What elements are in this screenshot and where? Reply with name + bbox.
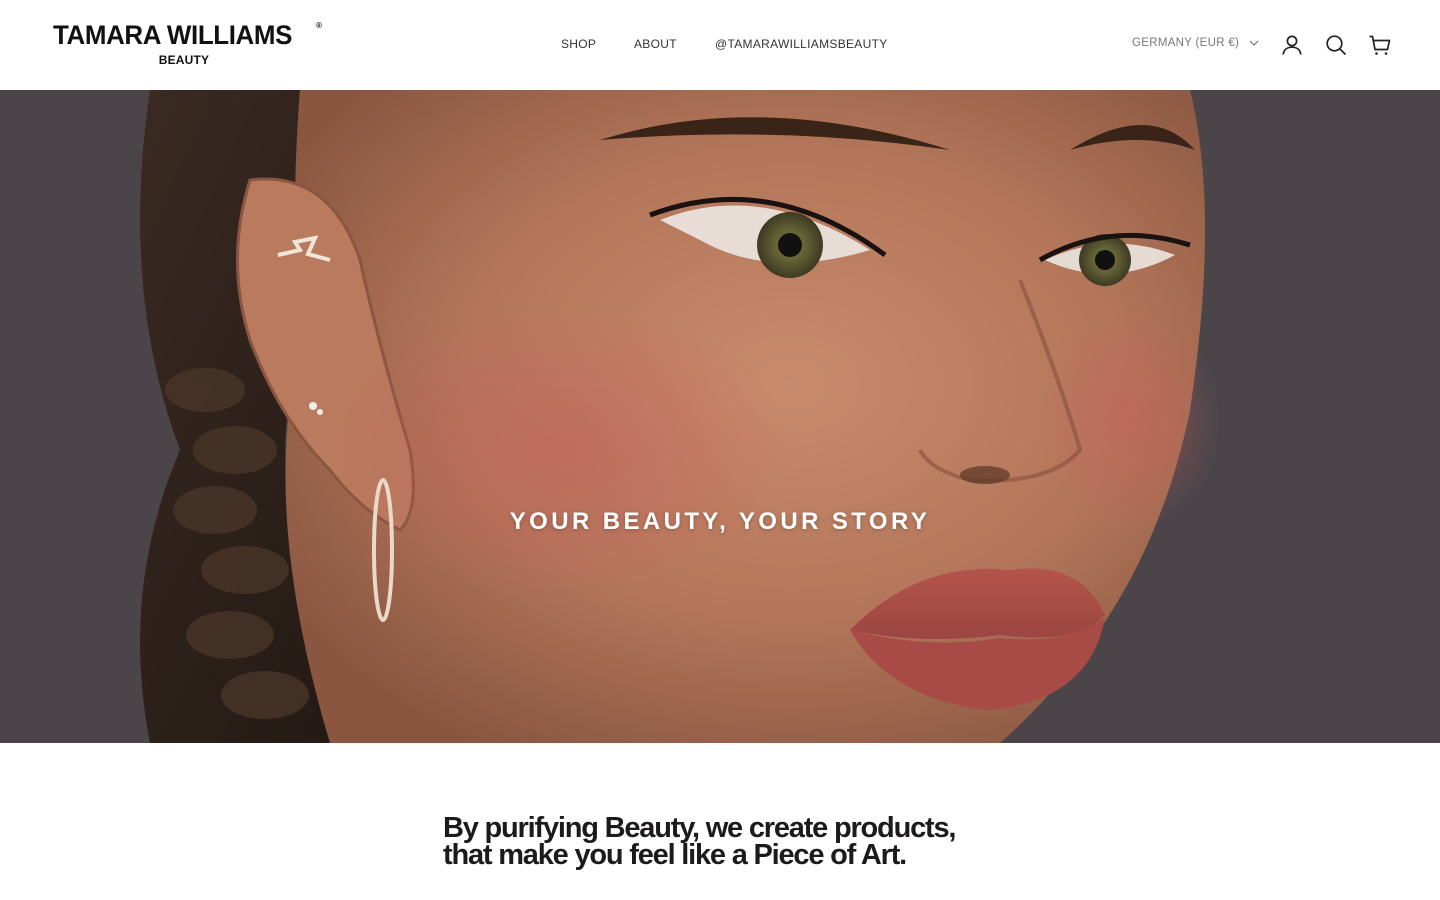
cart-icon[interactable] [1368, 33, 1392, 57]
nav-instagram[interactable]: @TAMARAWILLIAMSBEAUTY [715, 37, 888, 51]
brand-name: TAMARA WILLIAMS [53, 20, 292, 50]
region-selector[interactable]: GERMANY (EUR €) [1132, 37, 1259, 49]
site-header: TAMARA WILLIAMS ® BEAUTY SHOP ABOUT @TAM… [0, 0, 1440, 90]
chevron-down-icon [1249, 40, 1259, 46]
hero-banner: YOUR BEAUTY, YOUR STORY [0, 90, 1440, 743]
hero-portrait-image [0, 90, 1440, 743]
hero-title: YOUR BEAUTY, YOUR STORY [509, 508, 931, 535]
registered-mark: ® [316, 21, 322, 30]
statement-line-1: By purifying Beauty, we create products, [443, 812, 956, 844]
nav-shop[interactable]: SHOP [561, 37, 596, 51]
search-icon[interactable] [1324, 33, 1348, 57]
statement-line-2: that make you feel like a Piece of Art. [443, 839, 907, 871]
brand-logo[interactable]: TAMARA WILLIAMS ® BEAUTY [53, 20, 325, 68]
brand-sub: BEAUTY [158, 53, 210, 67]
region-label: GERMANY (EUR €) [1132, 37, 1240, 49]
nav-about[interactable]: ABOUT [634, 37, 677, 51]
account-icon[interactable] [1280, 33, 1304, 57]
brand-statement: By purifying Beauty, we create products,… [443, 812, 1063, 871]
